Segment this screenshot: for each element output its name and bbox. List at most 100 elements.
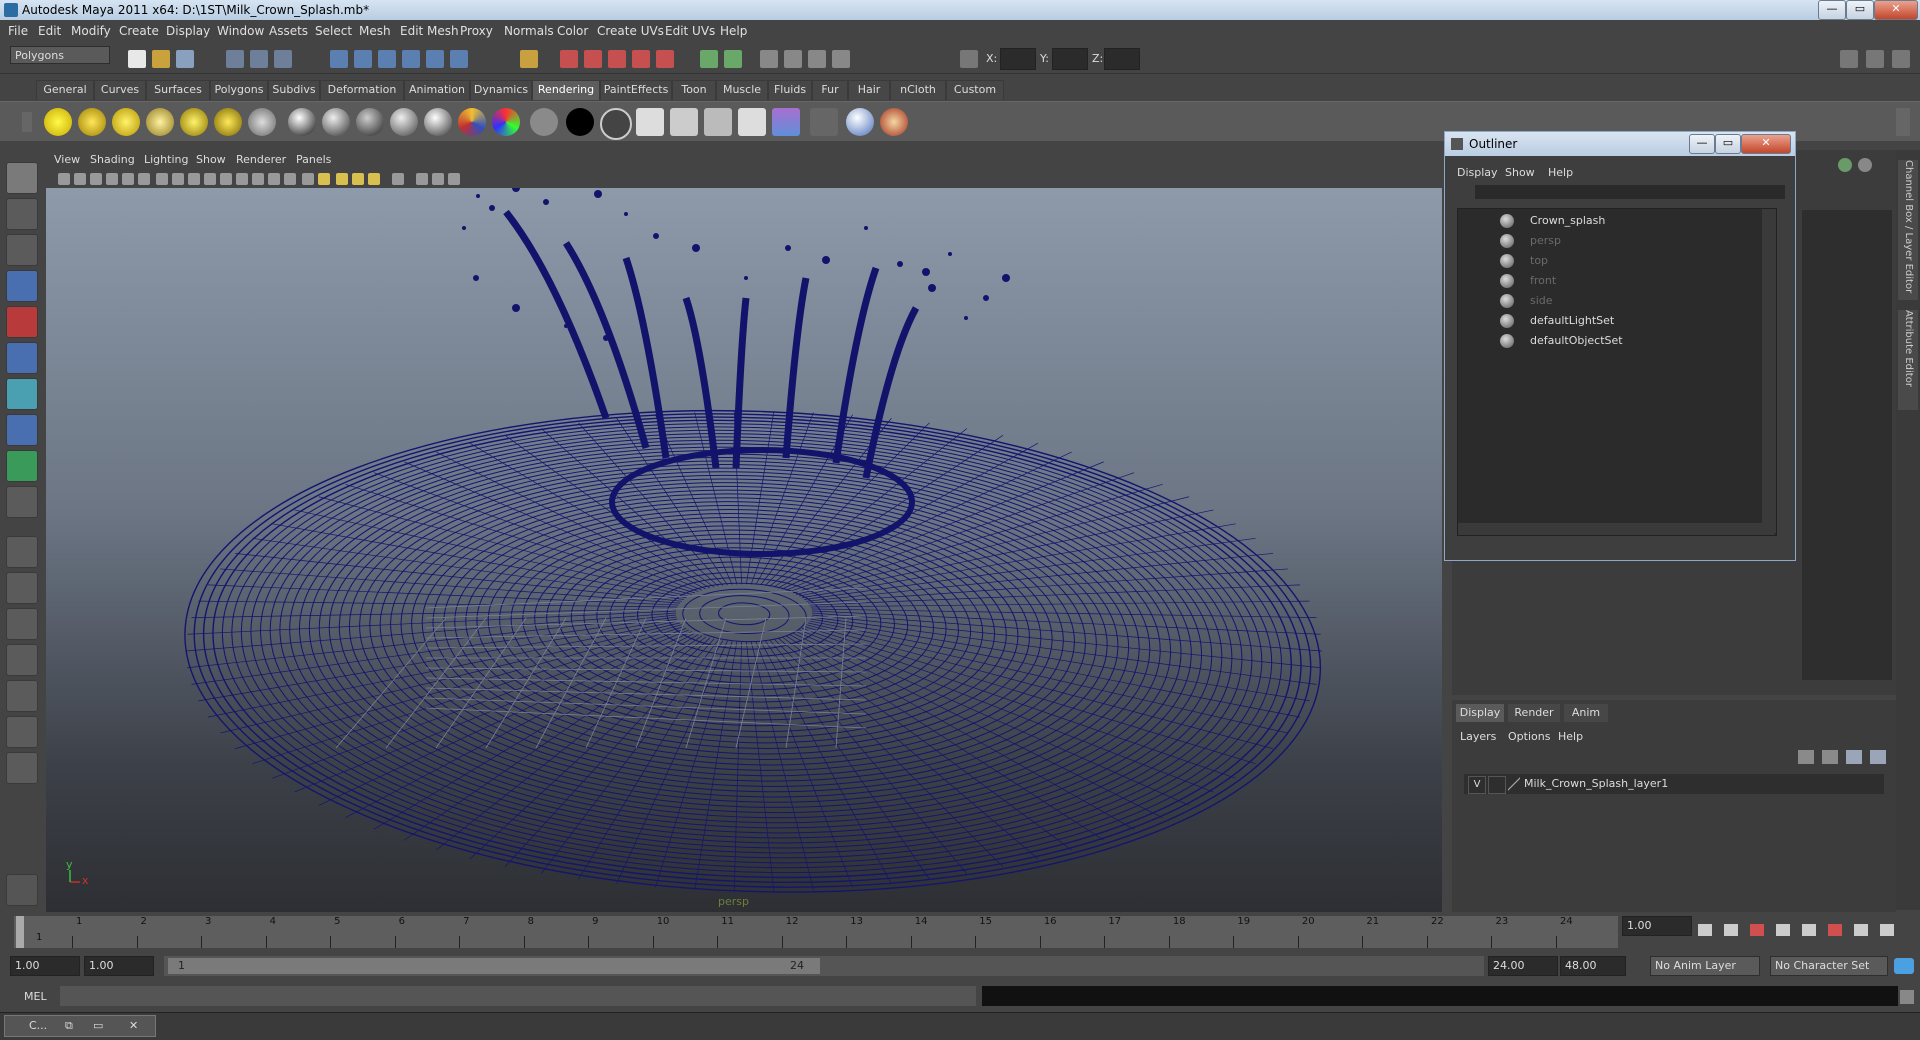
ramp-shader-icon[interactable] <box>458 108 486 136</box>
menu-proxy[interactable]: Proxy <box>460 24 493 38</box>
surface-shader-icon[interactable] <box>530 108 558 136</box>
menu-mesh[interactable]: Mesh <box>359 24 391 38</box>
menu-edit-uvs[interactable]: Edit UVs <box>665 24 715 38</box>
rotate-tool-icon[interactable] <box>6 306 38 338</box>
go-to-end-icon[interactable] <box>1880 924 1894 936</box>
menu-display[interactable]: Display <box>166 24 210 38</box>
layer-visibility-toggle[interactable]: V <box>1468 776 1486 794</box>
shelf-tab-ncloth[interactable]: nCloth <box>890 80 946 100</box>
smooth-shade-icon[interactable] <box>284 173 296 185</box>
make-live-icon[interactable] <box>426 50 444 68</box>
shelf-tab-painteffects[interactable]: PaintEffects <box>600 80 672 100</box>
menu-create-uvs[interactable]: Create UVs <box>597 24 664 38</box>
move-tool-icon[interactable] <box>6 270 38 302</box>
camera-select-icon[interactable] <box>58 173 70 185</box>
shelf-options-icon[interactable] <box>22 112 32 132</box>
outliner-item-front[interactable]: front <box>1458 271 1774 291</box>
outliner-item-top[interactable]: top <box>1458 251 1774 271</box>
rename-icon[interactable] <box>724 50 742 68</box>
character-set-dropdown[interactable]: No Character Set <box>1770 956 1888 976</box>
menu-normals[interactable]: Normals <box>504 24 554 38</box>
history-icon[interactable] <box>450 50 468 68</box>
range-slider-track[interactable]: 1 24 <box>164 956 1484 976</box>
2d-pan-icon[interactable] <box>122 173 134 185</box>
render-sphere-icon[interactable] <box>288 108 316 136</box>
textured-icon[interactable] <box>318 173 330 185</box>
playback-start-field[interactable]: 1.00 <box>84 956 154 976</box>
tab-channel-box-layer-editor[interactable]: Channel Box / Layer Editor <box>1898 160 1918 300</box>
step-forward-frame-icon[interactable] <box>1828 924 1842 936</box>
paint-select-tool-icon[interactable] <box>6 234 38 266</box>
layer-tab-display[interactable]: Display <box>1456 704 1504 722</box>
outliner-item-side[interactable]: side <box>1458 291 1774 311</box>
persp-graph-layout-icon[interactable] <box>6 644 38 676</box>
auto-key-icon[interactable] <box>1894 958 1914 974</box>
outliner-menu-help[interactable]: Help <box>1548 166 1573 179</box>
outliner-item-default-light-set[interactable]: defaultLightSet <box>1458 311 1774 331</box>
safe-title-icon[interactable] <box>252 173 264 185</box>
select-hierarchy-icon[interactable] <box>226 50 244 68</box>
step-back-key-icon[interactable] <box>1724 924 1738 936</box>
shelf-tab-general[interactable]: General <box>36 80 94 100</box>
attribute-layout-icon[interactable] <box>1892 50 1910 68</box>
snap-grid-icon[interactable] <box>330 50 348 68</box>
ipr-icon[interactable] <box>772 108 800 136</box>
anisotropic-icon[interactable] <box>322 108 350 136</box>
new-scene-icon[interactable] <box>128 50 146 68</box>
field-chart-icon[interactable] <box>220 173 232 185</box>
shelf-tab-rendering[interactable]: Rendering <box>532 80 600 100</box>
persp-outliner-layout-icon[interactable] <box>6 608 38 640</box>
ipr-render-icon[interactable] <box>584 50 602 68</box>
default-material-icon[interactable] <box>302 173 314 185</box>
command-input[interactable] <box>60 986 976 1006</box>
snap-point-icon[interactable] <box>378 50 396 68</box>
shelf-tab-fluids[interactable]: Fluids <box>768 80 812 100</box>
manipulator-tool-icon[interactable] <box>6 378 38 410</box>
move-layer-up-icon[interactable] <box>1798 750 1814 764</box>
vp-menu-show[interactable]: Show <box>196 153 226 166</box>
script-editor-icon[interactable] <box>1900 990 1914 1004</box>
vp-menu-renderer[interactable]: Renderer <box>236 153 286 166</box>
render-current-icon[interactable] <box>560 50 578 68</box>
outliner-horizontal-scrollbar[interactable] <box>1458 523 1774 535</box>
single-perspective-layout-icon[interactable] <box>6 536 38 568</box>
render-view-window-icon[interactable] <box>636 108 664 136</box>
shelf-tab-polygons[interactable]: Polygons <box>210 80 268 100</box>
hand-icon[interactable] <box>6 874 38 906</box>
shelf-tab-hair[interactable]: Hair <box>848 80 890 100</box>
command-language-label[interactable]: MEL <box>24 990 47 1003</box>
shelf-tab-dynamics[interactable]: Dynamics <box>470 80 532 100</box>
open-scene-icon[interactable] <box>152 50 170 68</box>
mental-ray-icon[interactable] <box>846 108 874 136</box>
vp-menu-lighting[interactable]: Lighting <box>144 153 188 166</box>
camera-icon[interactable] <box>248 108 276 136</box>
current-time-marker[interactable] <box>16 916 24 948</box>
anim-start-field[interactable]: 1.00 <box>10 956 80 976</box>
go-to-start-icon[interactable] <box>1698 924 1712 936</box>
layer-row[interactable]: V Milk_Crown_Splash_layer1 <box>1464 774 1884 794</box>
shelf-tab-deformation[interactable]: Deformation <box>320 80 404 100</box>
shelf-tab-fur[interactable]: Fur <box>812 80 848 100</box>
outliner-menu-display[interactable]: Display <box>1457 166 1498 179</box>
point-light-icon[interactable] <box>112 108 140 136</box>
resolution-gate-icon[interactable] <box>188 173 200 185</box>
menu-select[interactable]: Select <box>315 24 352 38</box>
move-layer-down-icon[interactable] <box>1822 750 1838 764</box>
layer-editor-toggle-icon[interactable] <box>832 50 850 68</box>
new-layer-icon[interactable] <box>1846 750 1862 764</box>
snap-view-plane-icon[interactable] <box>402 50 420 68</box>
close-button[interactable]: ✕ <box>1874 0 1918 20</box>
layer-tab-render[interactable]: Render <box>1508 704 1560 722</box>
snap-curve-icon[interactable] <box>354 50 372 68</box>
minimized-restore-icon[interactable]: ⧉ <box>65 1019 73 1033</box>
xray-icon[interactable] <box>392 173 404 185</box>
hq-render-icon[interactable] <box>368 173 380 185</box>
outliner-item-persp[interactable]: persp <box>1458 231 1774 251</box>
volume-light-icon[interactable] <box>214 108 242 136</box>
layer-menu-help[interactable]: Help <box>1558 730 1583 743</box>
select-component-icon[interactable] <box>274 50 292 68</box>
persp-hypershade-layout-icon[interactable] <box>6 680 38 712</box>
use-all-lights-icon[interactable] <box>336 173 348 185</box>
wireframe-icon[interactable] <box>268 173 280 185</box>
last-tool-icon[interactable] <box>6 450 38 482</box>
